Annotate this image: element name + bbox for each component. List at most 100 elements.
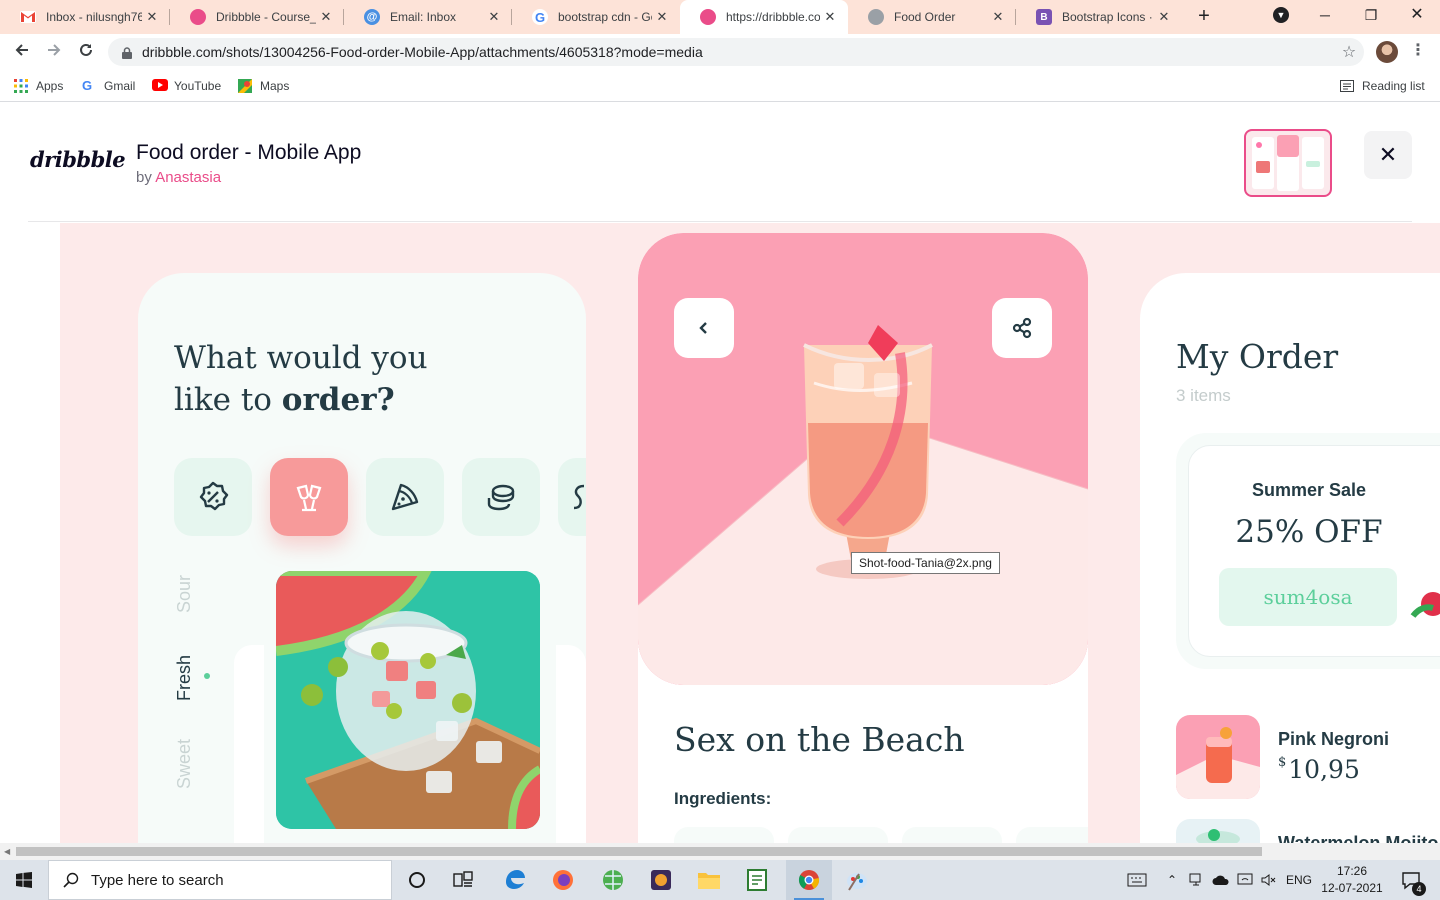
order-screen-card: What would you like to order? Sour Fresh… (138, 273, 586, 843)
ingredient-chip[interactable] (1016, 827, 1088, 843)
item-price: $10,95 (1278, 755, 1360, 784)
close-tab-icon[interactable]: ✕ (652, 9, 672, 25)
drink-name: Sex on the Beach (674, 720, 965, 759)
tab-dribbble-course[interactable]: Dribbble - Course_c ✕ (170, 0, 344, 34)
ingredient-chip[interactable] (902, 827, 1002, 843)
share-button[interactable] (992, 298, 1052, 358)
bookmark-gmail[interactable]: G Gmail (82, 77, 135, 95)
cortana-button[interactable] (394, 860, 440, 900)
taskbar-app-globe[interactable] (590, 860, 636, 900)
taskbar-paint[interactable] (834, 860, 880, 900)
taskbar-file-explorer[interactable] (686, 860, 732, 900)
ingredient-chip[interactable] (788, 827, 888, 843)
ingredient-chip[interactable] (674, 827, 774, 843)
order-count: 3 items (1176, 386, 1231, 405)
chevron-up-icon[interactable]: ⌃ (1162, 860, 1182, 900)
close-tab-icon[interactable]: ✕ (484, 9, 504, 25)
order-item-pink-negroni[interactable]: Pink Negroni $10,95 (1176, 715, 1440, 801)
coupon-code[interactable]: sum4osa (1219, 568, 1397, 626)
taskbar-chrome[interactable] (786, 860, 832, 900)
tab-bootstrap-cdn[interactable]: G bootstrap cdn - Go ✕ (512, 0, 680, 34)
back-button[interactable] (10, 40, 34, 64)
author-link[interactable]: Anastasia (155, 169, 221, 186)
paint-icon (847, 873, 867, 891)
category-more[interactable] (558, 458, 586, 536)
volume-muted-icon[interactable] (1258, 860, 1280, 900)
reading-list-button[interactable]: Reading list (1340, 77, 1425, 95)
bookmark-star-icon[interactable]: ☆ (1334, 42, 1364, 62)
start-button[interactable] (0, 860, 48, 900)
notification-center-button[interactable]: 4 (1394, 860, 1428, 900)
tab-email[interactable]: @ Email: Inbox ✕ (344, 0, 512, 34)
tab-dribbble-active[interactable]: https://dribbble.co ✕ (680, 0, 848, 34)
tab-search-button[interactable]: ▼ (1258, 0, 1304, 30)
shot-image[interactable]: What would you like to order? Sour Fresh… (60, 223, 1440, 843)
system-clock[interactable]: 17:26 12-07-2021 (1318, 863, 1386, 897)
dribbble-logo[interactable]: dribbble (30, 147, 126, 172)
taskbar-firefox[interactable] (540, 860, 586, 900)
order-item-watermelon-mojito[interactable]: Watermelon Mojito (1176, 819, 1440, 843)
keyboard-tray-icon[interactable] (1124, 860, 1150, 900)
onedrive-tray-icon[interactable] (1210, 860, 1232, 900)
reload-button[interactable] (74, 40, 98, 64)
tab-gmail[interactable]: Inbox - nilusngh760 ✕ (0, 0, 170, 34)
bookmark-youtube[interactable]: YouTube (152, 77, 221, 95)
youtube-icon (152, 79, 168, 93)
wifi-tray-icon[interactable] (1234, 860, 1256, 900)
filter-sweet[interactable]: Sweet (174, 739, 195, 789)
scroll-left-arrow-icon[interactable]: ◀ (4, 847, 10, 856)
horizontal-scrollbar[interactable]: ◀ (0, 843, 1440, 860)
category-drinks[interactable] (270, 458, 348, 536)
filter-sour[interactable]: Sour (174, 575, 195, 613)
lock-icon (122, 46, 132, 59)
tab-food-order[interactable]: Food Order ✕ (848, 0, 1016, 34)
new-tab-button[interactable]: + (1192, 4, 1216, 28)
minimize-button[interactable]: ─ (1302, 0, 1348, 30)
tab-bootstrap-icons[interactable]: B Bootstrap Icons · O ✕ (1016, 0, 1182, 34)
close-tab-icon[interactable]: ✕ (316, 9, 336, 25)
close-tab-icon[interactable]: ✕ (1154, 9, 1174, 25)
reload-icon (80, 43, 92, 56)
back-button[interactable] (674, 298, 734, 358)
close-tab-icon[interactable]: ✕ (820, 9, 840, 25)
network-tray-icon[interactable] (1186, 860, 1208, 900)
task-view-button[interactable] (440, 860, 486, 900)
menu-kebab-icon[interactable]: ⋮ (1408, 40, 1428, 64)
close-tab-icon[interactable]: ✕ (142, 9, 162, 25)
bookmark-maps[interactable]: Maps (238, 77, 289, 95)
cheers-icon (296, 484, 322, 512)
category-sushi[interactable] (462, 458, 540, 536)
card-behind (234, 645, 264, 843)
drink-hero: Shot-food-Tania@2x.png (638, 233, 1088, 685)
watermelon-drink-photo (276, 571, 540, 829)
dribbble-icon (700, 9, 716, 25)
taskbar-notepad[interactable] (734, 860, 780, 900)
forward-button[interactable] (42, 40, 66, 64)
taskbar-search-box[interactable]: Type here to search (48, 860, 392, 900)
close-window-button[interactable]: ✕ (1394, 0, 1440, 30)
other-icon (573, 484, 585, 510)
close-tab-icon[interactable]: ✕ (988, 9, 1008, 25)
category-discount[interactable] (174, 458, 252, 536)
bookmark-apps[interactable]: Apps (14, 77, 63, 95)
attachment-thumbnail[interactable] (1244, 129, 1332, 197)
address-bar[interactable]: dribbble.com/shots/13004256-Food-order-M… (108, 38, 1364, 66)
taskbar-edge[interactable] (492, 860, 538, 900)
category-pizza[interactable] (366, 458, 444, 536)
cortana-icon (409, 872, 425, 888)
browser-toolbar: dribbble.com/shots/13004256-Food-order-M… (0, 34, 1440, 70)
sushi-icon (487, 484, 515, 511)
scrollbar-thumb[interactable] (16, 847, 1262, 856)
bookmarks-bar: Apps G Gmail YouTube Maps Reading list (0, 70, 1440, 102)
taskbar-game[interactable] (638, 860, 684, 900)
sale-banner: Summer Sale 25% OFF sum4osa (1176, 433, 1440, 669)
restore-button[interactable]: ❐ (1348, 0, 1394, 30)
pizza-icon (391, 483, 419, 511)
profile-avatar[interactable] (1376, 41, 1398, 63)
filter-fresh[interactable]: Fresh (174, 655, 195, 701)
order-question: What would you like to order? (174, 340, 428, 418)
tab-strip: Inbox - nilusngh760 ✕ Dribbble - Course_… (0, 0, 1440, 34)
close-button[interactable]: ✕ (1364, 131, 1412, 179)
active-filter-dot (204, 673, 210, 679)
language-indicator[interactable]: ENG (1284, 860, 1314, 900)
